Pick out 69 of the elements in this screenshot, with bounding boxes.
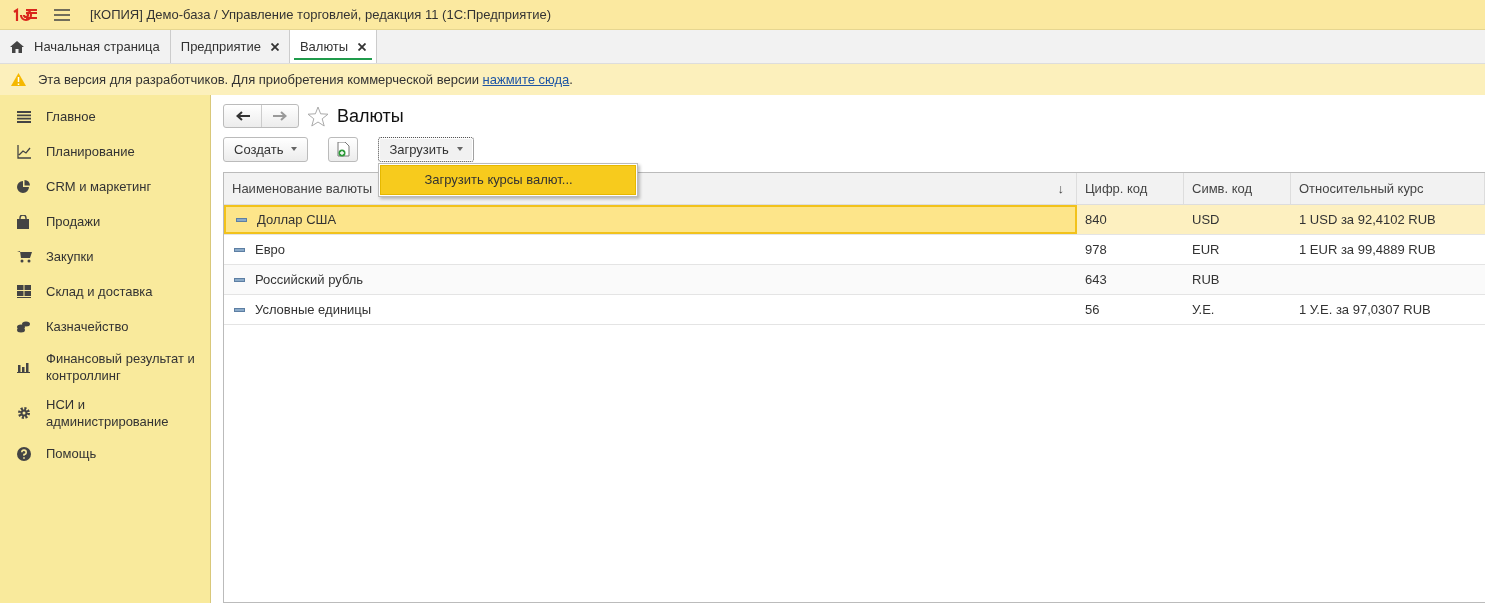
sidebar-item[interactable]: Продажи: [0, 204, 210, 239]
column-header[interactable]: Относительный курс: [1291, 173, 1485, 204]
sidebar-item[interactable]: Помощь: [0, 436, 210, 471]
sidebar-item[interactable]: Планирование: [0, 134, 210, 169]
sidebar-item[interactable]: Закупки: [0, 239, 210, 274]
load-button[interactable]: Загрузить: [378, 136, 474, 162]
table-cell: USD: [1192, 212, 1220, 227]
sidebar-item[interactable]: Финансовый результат и контроллинг: [0, 344, 210, 390]
menu-icon[interactable]: [54, 8, 70, 21]
table-cell: 1 У.Е. за 97,0307 RUB: [1299, 302, 1431, 317]
tab[interactable]: Валюты: [289, 30, 378, 63]
add-document-button[interactable]: [328, 136, 359, 162]
table-cell: 1 EUR за 99,4889 RUB: [1299, 242, 1436, 257]
warning-icon: [11, 73, 26, 86]
create-button[interactable]: Создать: [223, 136, 309, 162]
tab[interactable]: Начальная страница: [0, 30, 171, 63]
table-cell: RUB: [1192, 272, 1220, 287]
sidebar-item[interactable]: CRM и маркетинг: [0, 169, 210, 204]
tab-label: Начальная страница: [34, 39, 160, 54]
page-title: Валюты: [337, 105, 404, 127]
cart-icon: [17, 250, 32, 263]
home-icon: [10, 40, 24, 53]
shopping-bag-icon: [17, 214, 29, 229]
column-header[interactable]: Симв. код: [1184, 173, 1291, 204]
tab-label: Предприятие: [180, 39, 261, 54]
item-marker-icon: [236, 217, 247, 222]
table-cell: 1 USD за 92,4102 RUB: [1299, 212, 1436, 227]
menu-item[interactable]: Загрузить курсы валют...: [380, 164, 637, 195]
list-icon: [17, 110, 31, 123]
tab[interactable]: Предприятие: [170, 30, 290, 63]
chart-axes-icon: [17, 144, 31, 159]
close-icon[interactable]: [270, 42, 279, 51]
table-cell: У.Е.: [1192, 302, 1215, 317]
table-row[interactable]: Российский рубль 643 RUB: [224, 265, 1485, 295]
settings-icon: [17, 406, 31, 420]
close-icon[interactable]: [358, 42, 367, 51]
caret-icon: [456, 147, 463, 151]
item-marker-icon: [234, 307, 245, 312]
item-marker-icon: [234, 277, 245, 282]
notice-text: Эта версия для разработчиков. Для приобретения коммерческой версии нажмите сюда.: [38, 72, 573, 87]
document-plus-icon: [336, 141, 350, 157]
logo-icon: [12, 7, 38, 22]
sidebar-item[interactable]: Казначейство: [0, 309, 210, 344]
coins-icon: [17, 320, 30, 333]
table-cell: 840: [1085, 212, 1107, 227]
table-row[interactable]: Доллар США 840 USD 1 USD за 92,4102 RUB: [224, 205, 1485, 235]
right-arrow-icon: [273, 111, 287, 121]
sidebar-item[interactable]: Главное: [0, 99, 210, 134]
left-arrow-icon: [235, 111, 250, 121]
table-cell: Евро: [255, 242, 286, 257]
column-header[interactable]: Цифр. код: [1077, 173, 1184, 204]
table-cell: Условные единицы: [255, 302, 372, 317]
grid-icon: [17, 285, 31, 298]
pie-chart-icon: [17, 180, 30, 193]
tab-label: Валюты: [299, 39, 349, 54]
caret-icon: [291, 147, 298, 151]
table-cell: 978: [1085, 242, 1107, 257]
star-icon[interactable]: [307, 105, 329, 127]
table-cell: 56: [1085, 302, 1100, 317]
table-cell: 643: [1085, 272, 1107, 287]
sidebar-item[interactable]: Склад и доставка: [0, 274, 210, 309]
help-icon: [17, 446, 31, 461]
bar-chart-icon: [17, 361, 30, 373]
table-cell: EUR: [1192, 242, 1220, 257]
table-cell: Российский рубль: [255, 272, 364, 287]
sidebar-item[interactable]: НСИ и администрирование: [0, 390, 210, 436]
window-title: [КОПИЯ] Демо-база / Управление торговлей, редакция 11 (1С:Предприятие): [90, 7, 552, 22]
table-cell: Доллар США: [257, 212, 337, 227]
item-marker-icon: [234, 247, 245, 252]
